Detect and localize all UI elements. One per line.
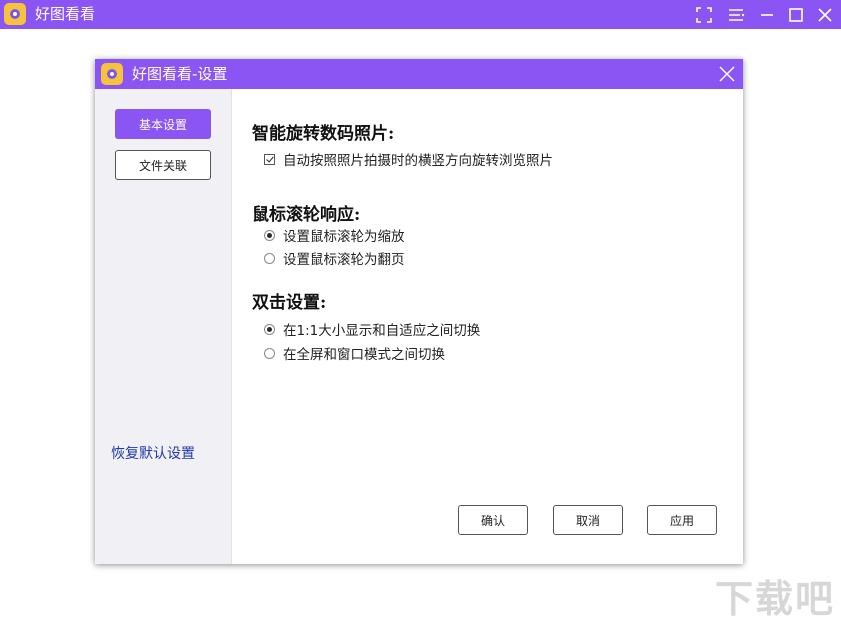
dblclick-fit-radio[interactable] <box>264 323 275 335</box>
section-title-dblclick: 双击设置: <box>252 293 327 313</box>
cancel-button[interactable]: 取消 <box>553 505 623 535</box>
auto-rotate-checkbox[interactable] <box>264 153 275 165</box>
minimize-button[interactable] <box>753 0 781 29</box>
dialog-title: 好图看看-设置 <box>132 65 228 83</box>
wheel-page-radio[interactable] <box>264 252 275 264</box>
section-title-wheel: 鼠标滚轮响应: <box>252 205 361 225</box>
wheel-zoom-option[interactable]: 设置鼠标滚轮为缩放 <box>264 227 405 245</box>
app-title: 好图看看 <box>35 5 96 23</box>
settings-content: 智能旋转数码照片: 自动按照照片拍摄时的横竖方向旋转浏览照片 鼠标滚轮响应: 设… <box>232 89 743 564</box>
close-button[interactable] <box>811 0 839 29</box>
auto-rotate-label: 自动按照照片拍摄时的横竖方向旋转浏览照片 <box>283 153 553 169</box>
settings-dialog: 好图看看-设置 基本设置 文件关联 恢复默认设置 智能旋转数码照片: 自动按照照… <box>95 59 743 564</box>
apply-button[interactable]: 应用 <box>647 505 717 535</box>
app-logo-icon <box>4 3 26 25</box>
dblclick-fit-option[interactable]: 在1:1大小显示和自适应之间切换 <box>264 321 481 339</box>
wheel-page-label: 设置鼠标滚轮为翻页 <box>283 252 405 268</box>
maximize-button[interactable] <box>782 0 810 29</box>
tab-basic-settings[interactable]: 基本设置 <box>115 109 211 139</box>
wheel-zoom-radio[interactable] <box>264 229 275 241</box>
ok-button[interactable]: 确认 <box>458 505 528 535</box>
app-titlebar: 好图看看 <box>0 0 841 29</box>
dblclick-fullscreen-label: 在全屏和窗口模式之间切换 <box>283 347 445 363</box>
maximize-icon <box>789 7 803 22</box>
wheel-page-option[interactable]: 设置鼠标滚轮为翻页 <box>264 250 405 268</box>
dblclick-fit-label: 在1:1大小显示和自适应之间切换 <box>283 323 481 339</box>
dialog-close-button[interactable] <box>715 63 739 85</box>
menu-button[interactable] <box>722 0 750 29</box>
close-icon <box>818 7 832 22</box>
dblclick-fullscreen-radio[interactable] <box>264 347 275 359</box>
section-title-rotate: 智能旋转数码照片: <box>252 124 395 144</box>
restore-defaults-link[interactable]: 恢复默认设置 <box>111 443 195 463</box>
dialog-titlebar: 好图看看-设置 <box>95 59 743 89</box>
auto-rotate-option[interactable]: 自动按照照片拍摄时的横竖方向旋转浏览照片 <box>264 151 553 169</box>
fullscreen-button[interactable] <box>690 0 718 29</box>
tab-file-association[interactable]: 文件关联 <box>115 150 211 180</box>
dblclick-fullscreen-option[interactable]: 在全屏和窗口模式之间切换 <box>264 345 445 363</box>
menu-icon <box>729 8 745 21</box>
dialog-logo-icon <box>101 63 123 85</box>
fullscreen-icon <box>696 6 712 23</box>
settings-sidebar: 基本设置 文件关联 恢复默认设置 <box>95 89 232 564</box>
minimize-icon <box>761 13 773 16</box>
watermark-logo: 下载吧 <box>714 577 835 621</box>
wheel-zoom-label: 设置鼠标滚轮为缩放 <box>283 229 405 245</box>
close-icon <box>719 66 735 82</box>
